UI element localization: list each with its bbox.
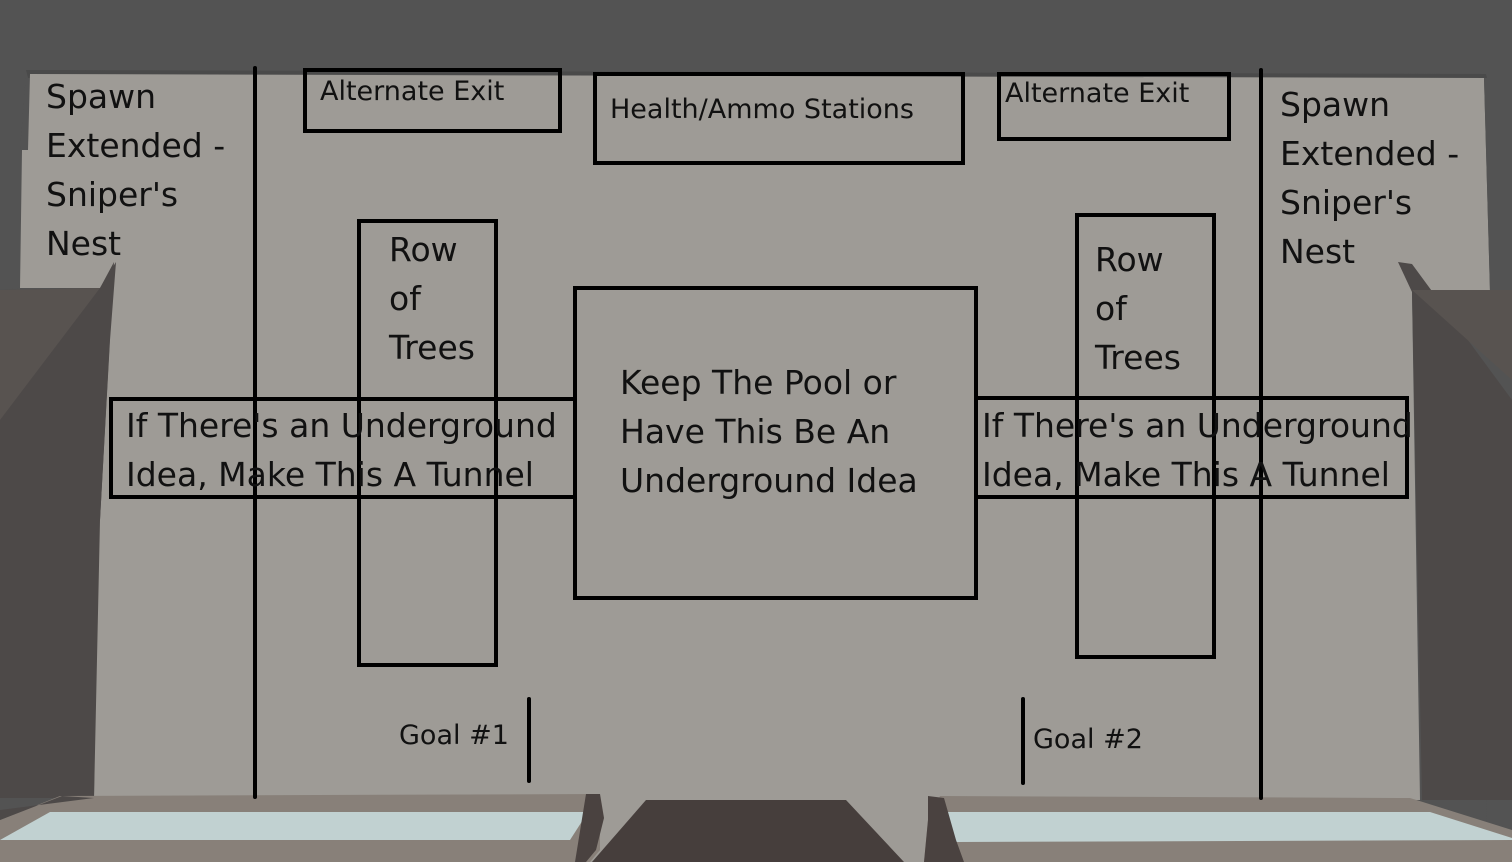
goal-1-line — [527, 697, 531, 783]
goal-2-label: Goal #2 — [1033, 724, 1143, 755]
health-ammo-zone: Health/Ammo Stations — [593, 72, 965, 165]
trees-left-label: Row of Trees — [389, 230, 475, 367]
alternate-exit-left-label: Alternate Exit — [320, 76, 505, 107]
left-water — [0, 812, 588, 840]
alternate-exit-left-zone: Alternate Exit — [303, 68, 562, 133]
goal-1-label: Goal #1 — [399, 720, 509, 751]
health-ammo-label: Health/Ammo Stations — [610, 94, 914, 125]
spawn-left-label: Spawn Extended - Sniper's Nest — [46, 77, 226, 263]
center-pool-zone: Keep The Pool or Have This Be An Undergr… — [573, 286, 978, 600]
trees-right-label: Row of Trees — [1095, 240, 1181, 377]
alternate-exit-right-zone: Alternate Exit — [997, 72, 1231, 141]
right-water — [944, 812, 1512, 842]
center-pool-label: Keep The Pool or Have This Be An Undergr… — [620, 363, 918, 500]
tunnel-left-label: If There's an Underground Idea, Make Thi… — [126, 406, 557, 494]
alternate-exit-right-label: Alternate Exit — [1005, 78, 1190, 109]
tunnel-right-label: If There's an Underground Idea, Make Thi… — [982, 406, 1413, 494]
spawn-right-label: Spawn Extended - Sniper's Nest — [1280, 85, 1460, 271]
goal-2-line — [1021, 697, 1025, 785]
